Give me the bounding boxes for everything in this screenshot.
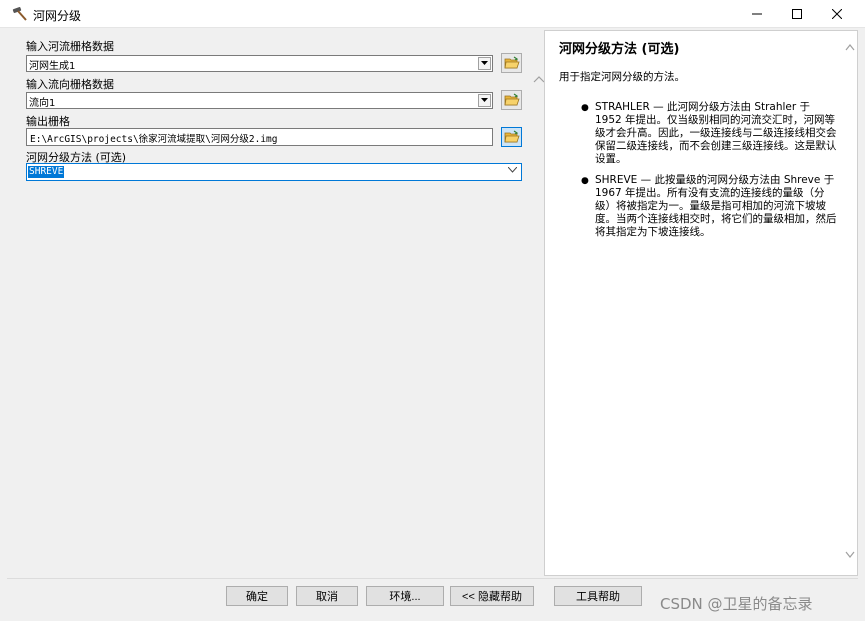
input-flow-direction-value: 流向1	[29, 98, 56, 109]
input-stream-raster-label: 输入河流栅格数据	[26, 40, 114, 53]
output-raster-field[interactable]: E:\ArcGIS\projects\徐家河流域提取\河网分级2.img	[26, 128, 493, 146]
tool-help-button[interactable]: 工具帮助	[554, 586, 642, 606]
watermark: CSDN @卫星的备忘录	[660, 595, 813, 613]
help-title: 河网分级方法 (可选)	[559, 42, 680, 57]
ok-button[interactable]: 确定	[226, 586, 288, 606]
browse-output-raster-button[interactable]	[501, 127, 522, 147]
caret-down-icon	[481, 61, 488, 65]
title-bar: 河网分级	[0, 0, 865, 28]
input-stream-raster-value: 河网生成1	[29, 61, 76, 72]
scroll-down-icon[interactable]	[845, 551, 855, 559]
folder-open-icon	[504, 56, 520, 69]
close-icon	[832, 9, 842, 19]
bullet-icon: ●	[581, 103, 589, 113]
minimize-icon	[752, 13, 762, 15]
folder-open-icon	[504, 93, 520, 106]
browse-flow-direction-button[interactable]	[501, 90, 522, 110]
maximize-button[interactable]	[777, 0, 817, 28]
parameters-panel: 输入河流栅格数据 河网生成1 输入流向栅格数据 流向1 输出栅格 E:\ArcG…	[7, 30, 545, 590]
dropdown-arrow-button[interactable]	[478, 57, 491, 70]
help-scrollbar[interactable]	[842, 31, 858, 575]
minimize-button[interactable]	[737, 0, 777, 28]
dropdown-arrow-button[interactable]	[478, 94, 491, 107]
input-flow-direction-label: 输入流向栅格数据	[26, 78, 114, 91]
environments-button[interactable]: 环境...	[366, 586, 444, 606]
hammer-icon	[12, 7, 27, 21]
output-raster-value: E:\ArcGIS\projects\徐家河流域提取\河网分级2.img	[30, 134, 278, 145]
folder-open-icon	[504, 130, 520, 143]
close-button[interactable]	[817, 0, 857, 28]
ordering-method-select[interactable]: SHREVE	[26, 163, 522, 181]
input-stream-raster-combo[interactable]: 河网生成1	[26, 55, 493, 72]
scroll-up-icon[interactable]	[845, 43, 855, 51]
ordering-method-value: SHREVE	[28, 166, 65, 178]
cancel-button[interactable]: 取消	[296, 586, 358, 606]
help-bullet-strahler: STRAHLER — 此河网分级方法由 Strahler 于 1952 年提出。…	[595, 101, 837, 165]
help-intro: 用于指定河网分级的方法。	[559, 71, 685, 83]
output-raster-label: 输出栅格	[26, 115, 70, 128]
chevron-down-icon	[508, 167, 517, 173]
tool-dialog: 河网分级 输入河流栅格数据 河网生成1 输入流向栅格数据 流向1 输出栅格 E:…	[0, 0, 865, 621]
help-panel: 河网分级方法 (可选) 用于指定河网分级的方法。 ● STRAHLER — 此河…	[544, 30, 858, 576]
bullet-icon: ●	[581, 176, 589, 186]
maximize-icon	[792, 9, 802, 19]
caret-down-icon	[481, 98, 488, 102]
window-title: 河网分级	[33, 9, 82, 23]
browse-stream-raster-button[interactable]	[501, 53, 522, 73]
help-bullet-shreve: SHREVE — 此按量级的河网分级方法由 Shreve 于 1967 年提出。…	[595, 174, 837, 238]
hide-help-button[interactable]: << 隐藏帮助	[450, 586, 534, 606]
input-flow-direction-combo[interactable]: 流向1	[26, 92, 493, 109]
